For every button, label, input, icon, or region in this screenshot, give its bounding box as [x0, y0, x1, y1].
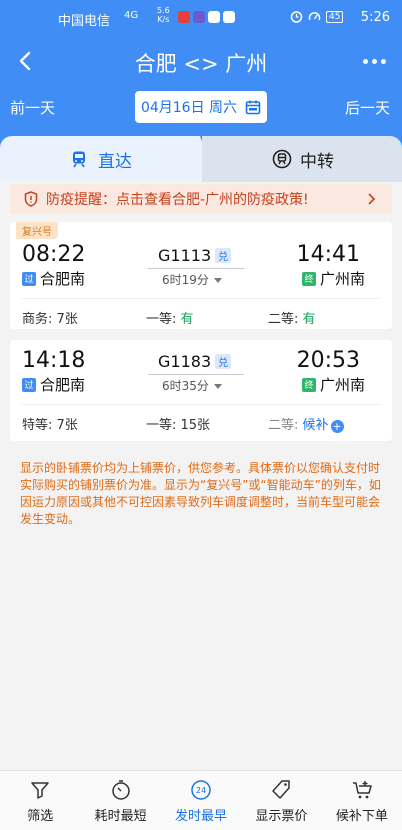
alarm-icon [290, 11, 303, 23]
seat-second-class[interactable]: 二等: 候补 + [268, 414, 344, 433]
transfer-icon [272, 149, 292, 169]
next-day-button[interactable]: 后一天 [345, 97, 390, 118]
arrival-time: 20:53 [296, 348, 360, 373]
svg-text:24: 24 [196, 786, 206, 795]
arrival-station: 终 广州南 [302, 374, 365, 395]
filter-button[interactable]: 筛选 [0, 771, 80, 830]
clock-24-icon: 24 [191, 780, 211, 800]
price-tag-icon [272, 780, 291, 799]
terminal-tag: 终 [302, 271, 316, 286]
seat-premium: 特等: 7张 [22, 418, 78, 433]
notification-icons [178, 11, 235, 23]
more-button[interactable] [358, 46, 390, 76]
waitlist-add-icon: + [330, 420, 344, 433]
carrier-name: 中国电信 [58, 14, 111, 29]
prev-day-button[interactable]: 前一天 [10, 97, 55, 118]
shield-icon [24, 191, 38, 207]
fuxing-badge: 复兴号 [16, 222, 58, 239]
clock-time: 5:26 [360, 10, 390, 25]
arrival-time: 14:41 [296, 242, 360, 267]
system-icons: 45 [290, 10, 344, 23]
notice-text: 防疫提醒：点击查看合肥-广州的防疫政策! [46, 192, 309, 208]
pass-tag: 过 [22, 377, 36, 392]
seat-business: 商务: 7张 [22, 312, 78, 327]
seat-first-class: 一等: 15张 [146, 418, 211, 433]
caret-down-icon [213, 384, 222, 389]
train-icon [73, 151, 85, 168]
tab-direct[interactable]: 直达 [0, 136, 216, 182]
status-bar: 中国电信 4G 5.6 K/s 45 5:26 [0, 0, 402, 36]
cart-add-icon [352, 781, 372, 799]
app-notification-icon [223, 11, 235, 23]
train-card[interactable]: 复兴号 08:22 过 合肥南 G1113 兑 6时19分 14:41 终 广州… [10, 222, 392, 329]
departure-station: 过 合肥南 [22, 268, 85, 289]
tab-direct-label: 直达 [98, 151, 132, 172]
departure-time: 08:22 [22, 242, 86, 267]
signal-indicator: 4G [124, 10, 139, 21]
page-title: 合肥 <> 广州 [134, 52, 268, 76]
exchange-badge: 兑 [215, 354, 232, 369]
pass-tag: 过 [22, 271, 36, 286]
fare-disclaimer: 显示的卧铺票价均为上铺票价，供您参考。具体票价以您确认支付时实际购买的铺别票价为… [20, 461, 381, 526]
route-tabs: 直达 中转 [0, 130, 402, 182]
tab-transfer-label: 中转 [300, 151, 334, 172]
sort-earliest-button[interactable]: 24 发时最早 [161, 771, 241, 830]
seat-second-class: 二等: 有 [268, 312, 316, 327]
app-notification-icon [193, 11, 205, 23]
app-notification-icon [208, 11, 220, 23]
waitlist-order-button[interactable]: 候补下单 [322, 771, 402, 830]
filter-icon [31, 782, 49, 799]
date-picker[interactable]: 04月16日 周六 [135, 91, 267, 123]
arrival-station: 终 广州南 [302, 268, 365, 289]
network-speed: 5.6 K/s [157, 6, 170, 24]
date-bar: 前一天 04月16日 周六 后一天 [0, 88, 402, 130]
card-divider [22, 404, 380, 405]
app-notification-icon [178, 11, 190, 23]
nav-bar: 合肥 <> 广州 [0, 36, 402, 88]
trip-duration[interactable]: 6时35分 [162, 377, 223, 394]
departure-time: 14:18 [22, 348, 86, 373]
speedometer-icon [308, 12, 321, 21]
more-dot-icon [380, 58, 386, 64]
departure-station: 过 合肥南 [22, 374, 85, 395]
train-number: G1183 兑 [158, 352, 232, 371]
train-card[interactable]: 14:18 过 合肥南 G1183 兑 6时35分 20:53 终 广州南 特等… [10, 340, 392, 441]
epidemic-notice[interactable]: 防疫提醒：点击查看合肥-广州的防疫政策! [10, 184, 392, 214]
seat-first-class: 一等: 有 [146, 312, 194, 327]
exchange-badge: 兑 [215, 248, 232, 263]
calendar-icon [245, 100, 261, 115]
train-number: G1113 兑 [158, 246, 232, 265]
stopwatch-icon [111, 780, 130, 800]
trip-duration[interactable]: 6时19分 [162, 271, 223, 288]
show-price-button[interactable]: 显示票价 [241, 771, 321, 830]
bottom-toolbar: 筛选 耗时最短 24 发时最早 显示票价 候补下单 [0, 770, 402, 830]
selected-date: 04月16日 周六 [140, 100, 238, 116]
route-line [148, 374, 244, 375]
more-dot-icon [362, 58, 368, 64]
card-divider [22, 298, 380, 299]
sort-shortest-button[interactable]: 耗时最短 [80, 771, 160, 830]
battery-indicator: 45 [326, 10, 344, 23]
terminal-tag: 终 [302, 377, 316, 392]
chevron-right-icon [368, 193, 376, 205]
tab-transfer[interactable]: 中转 [202, 136, 402, 182]
route-line [148, 268, 244, 269]
more-dot-icon [371, 58, 377, 64]
caret-down-icon [213, 278, 222, 283]
